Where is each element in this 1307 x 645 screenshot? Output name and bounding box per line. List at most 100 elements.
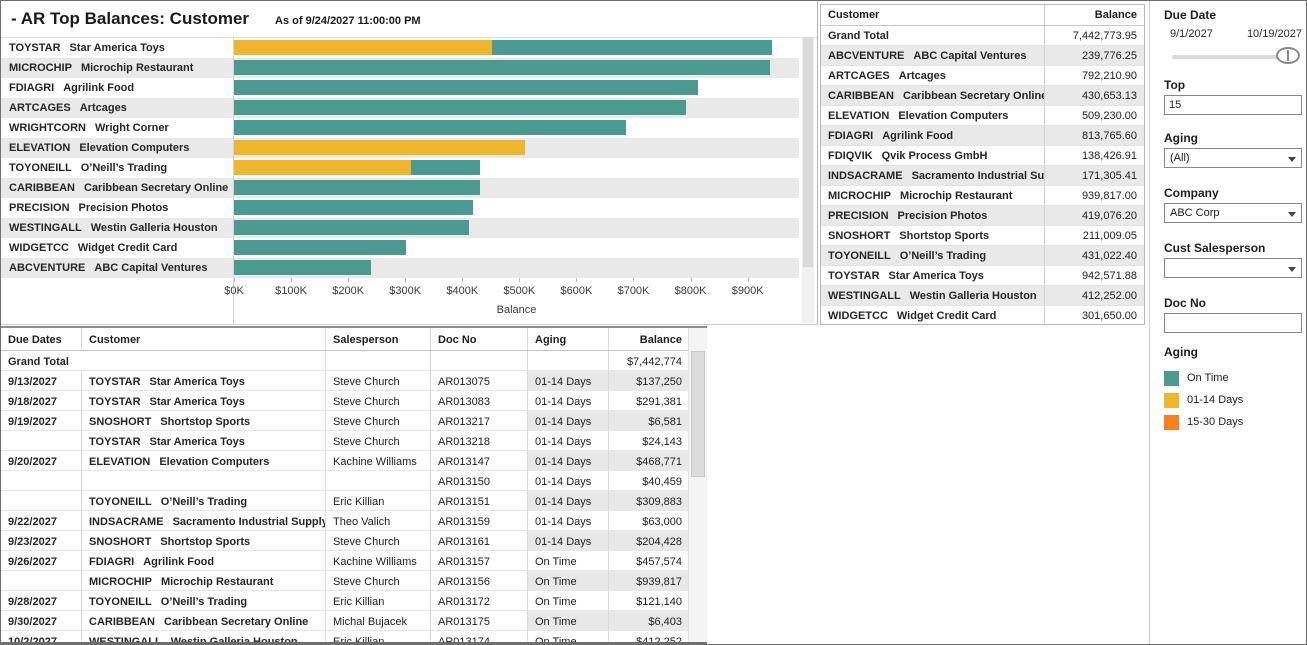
company-filter-dropdown[interactable]: ABC Corp <box>1164 203 1302 223</box>
chart-row-label[interactable]: ARTCAGESArtcages <box>1 98 233 118</box>
bar-segment[interactable] <box>234 100 686 115</box>
summary-col-customer[interactable]: Customer <box>821 5 1045 25</box>
detail-table-row[interactable]: TOYONEILLO’Neill’s TradingEric KillianAR… <box>1 491 707 511</box>
bar-segment[interactable] <box>234 120 626 135</box>
legend-item[interactable]: 15-30 Days <box>1164 411 1243 433</box>
bar-segment[interactable] <box>234 40 492 55</box>
summary-table-row[interactable]: Grand Total7,442,773.95 <box>821 26 1144 46</box>
chart-row-label[interactable]: WRIGHTCORNWright Corner <box>1 118 233 138</box>
customer-name: O’Neill’s Trading <box>161 596 247 608</box>
summary-balance-cell: 211,009.05 <box>1045 226 1144 245</box>
summary-table-row[interactable]: WESTINGALLWestin Galleria Houston412,252… <box>821 286 1144 306</box>
detail-table-row[interactable]: 10/2/2027WESTINGALLWestin Galleria Houst… <box>1 631 707 644</box>
chart-row-plot <box>233 98 799 118</box>
detail-table-row[interactable]: 9/18/2027TOYSTARStar America ToysSteve C… <box>1 391 707 411</box>
chevron-down-icon <box>1288 157 1296 162</box>
detail-table-row[interactable]: MICROCHIPMicrochip RestaurantSteve Churc… <box>1 571 707 591</box>
legend-swatch <box>1164 415 1179 430</box>
bar-segment[interactable] <box>234 240 406 255</box>
summary-table-row[interactable]: MICROCHIPMicrochip Restaurant939,817.00 <box>821 186 1144 206</box>
legend-label: On Time <box>1187 372 1229 384</box>
detail-col-header[interactable]: Salesperson <box>326 328 431 350</box>
detail-table-row[interactable]: 9/23/2027SNOSHORTShortstop SportsSteve C… <box>1 531 707 551</box>
bar-segment[interactable] <box>234 220 469 235</box>
customer-cell: TOYSTARStar America Toys <box>82 371 326 390</box>
summary-table-row[interactable]: FDIAGRIAgrilink Food813,765.60 <box>821 126 1144 146</box>
doc-no-input[interactable] <box>1164 313 1302 333</box>
summary-table-row[interactable]: INDSACRAMESacramento Industrial Su..171,… <box>821 166 1144 186</box>
bar-segment[interactable] <box>234 200 473 215</box>
summary-table-row[interactable]: CARIBBEANCaribbean Secretary Online430,6… <box>821 86 1144 106</box>
customer-code: TOYSTAR <box>89 376 141 388</box>
customer-name: ABC Capital Ventures <box>94 262 207 274</box>
chart-row-label[interactable]: CARIBBEANCaribbean Secretary Online <box>1 178 233 198</box>
detail-table-row[interactable]: 9/30/2027CARIBBEANCaribbean Secretary On… <box>1 611 707 631</box>
detail-table-row[interactable]: 9/28/2027TOYONEILLO’Neill’s TradingEric … <box>1 591 707 611</box>
chart-scrollbar-thumb[interactable] <box>803 38 813 267</box>
due-date-slider[interactable] <box>1164 46 1300 66</box>
top-filter-input[interactable] <box>1164 95 1302 115</box>
detail-col-header[interactable]: Aging <box>528 328 609 350</box>
summary-table-panel: Customer Balance Grand Total7,442,773.95… <box>818 1 1149 325</box>
detail-col-header[interactable]: Balance <box>609 328 689 350</box>
customer-cell: ELEVATIONElevation Computers <box>82 451 326 470</box>
bar-segment[interactable] <box>234 160 411 175</box>
detail-table-row[interactable]: 9/26/2027FDIAGRIAgrilink FoodKachine Wil… <box>1 551 707 571</box>
bar-segment[interactable] <box>411 160 480 175</box>
legend-item[interactable]: On Time <box>1164 367 1243 389</box>
detail-table-row[interactable]: 9/19/2027SNOSHORTShortstop SportsSteve C… <box>1 411 707 431</box>
summary-table-row[interactable]: WIDGETCCWidget Credit Card301,650.00 <box>821 306 1144 325</box>
doc-no-cell: AR013161 <box>431 531 528 550</box>
chart-row-label[interactable]: MICROCHIPMicrochip Restaurant <box>1 58 233 78</box>
customer-cell: FDIAGRIAgrilink Food <box>82 551 326 570</box>
chart-row-label[interactable]: PRECISIONPrecision Photos <box>1 198 233 218</box>
detail-table-row[interactable]: 9/22/2027INDSACRAMESacramento Industrial… <box>1 511 707 531</box>
summary-balance-cell: 430,653.13 <box>1045 86 1144 105</box>
detail-col-header[interactable]: Customer <box>82 328 326 350</box>
detail-col-header[interactable]: Due Dates <box>1 328 82 350</box>
chart-row-label[interactable]: TOYSTARStar America Toys <box>1 38 233 58</box>
bar-segment[interactable] <box>234 60 770 75</box>
summary-table-row[interactable]: SNOSHORTShortstop Sports211,009.05 <box>821 226 1144 246</box>
chart-row-label[interactable]: TOYONEILLO’Neill’s Trading <box>1 158 233 178</box>
chart-row-label[interactable]: WESTINGALLWestin Galleria Houston <box>1 218 233 238</box>
bar-segment[interactable] <box>492 40 772 55</box>
detail-table-row[interactable]: Grand Total$7,442,774 <box>1 351 707 371</box>
bar-segment[interactable] <box>234 80 698 95</box>
summary-table-body: Grand Total7,442,773.95ABCVENTUREABC Cap… <box>821 26 1144 325</box>
detail-table-row[interactable]: 9/13/2027TOYSTARStar America ToysSteve C… <box>1 371 707 391</box>
detail-table-row[interactable]: 9/20/2027ELEVATIONElevation ComputersKac… <box>1 451 707 471</box>
summary-table-row[interactable]: ARTCAGESArtcages792,210.90 <box>821 66 1144 86</box>
legend-item[interactable]: 01-14 Days <box>1164 389 1243 411</box>
summary-col-balance[interactable]: Balance <box>1045 5 1144 25</box>
chart-row-label[interactable]: ELEVATIONElevation Computers <box>1 138 233 158</box>
balance-cell: $7,442,774 <box>609 351 689 370</box>
legend-swatch <box>1164 371 1179 386</box>
slider-handle[interactable] <box>1276 47 1300 64</box>
due-date-cell: 9/23/2027 <box>1 531 82 550</box>
chart-row-label[interactable]: WIDGETCCWidget Credit Card <box>1 238 233 258</box>
summary-table-row[interactable]: ABCVENTUREABC Capital Ventures239,776.25 <box>821 46 1144 66</box>
detail-scrollbar-thumb[interactable] <box>691 351 705 477</box>
detail-table-row[interactable]: AR01315001-14 Days$40,459 <box>1 471 707 491</box>
chart-row-label[interactable]: ABCVENTUREABC Capital Ventures <box>1 258 233 278</box>
detail-col-header[interactable]: Doc No <box>431 328 528 350</box>
summary-table-row[interactable]: ELEVATIONElevation Computers509,230.00 <box>821 106 1144 126</box>
customer-code: WESTINGALL <box>89 636 162 644</box>
detail-table-row[interactable]: TOYSTARStar America ToysSteve ChurchAR01… <box>1 431 707 451</box>
bar-segment[interactable] <box>234 140 525 155</box>
customer-code: INDSACRAME <box>828 170 903 182</box>
summary-table-row[interactable]: FDIQVIKQvik Process GmbH138,426.91 <box>821 146 1144 166</box>
chart-scrollbar[interactable] <box>802 38 814 323</box>
cust-salesperson-dropdown[interactable] <box>1164 258 1302 278</box>
summary-table-row[interactable]: TOYSTARStar America Toys942,571.88 <box>821 266 1144 286</box>
summary-balance-cell: 171,305.41 <box>1045 166 1144 185</box>
bar-segment[interactable] <box>234 180 480 195</box>
detail-scrollbar[interactable] <box>688 328 707 642</box>
chart-row-label[interactable]: FDIAGRIAgrilink Food <box>1 78 233 98</box>
summary-customer-cell: ELEVATIONElevation Computers <box>821 106 1045 125</box>
aging-filter-dropdown[interactable]: (All) <box>1164 148 1302 168</box>
bar-segment[interactable] <box>234 260 371 275</box>
summary-table-row[interactable]: PRECISIONPrecision Photos419,076.20 <box>821 206 1144 226</box>
summary-table-row[interactable]: TOYONEILLO’Neill’s Trading431,022.40 <box>821 246 1144 266</box>
